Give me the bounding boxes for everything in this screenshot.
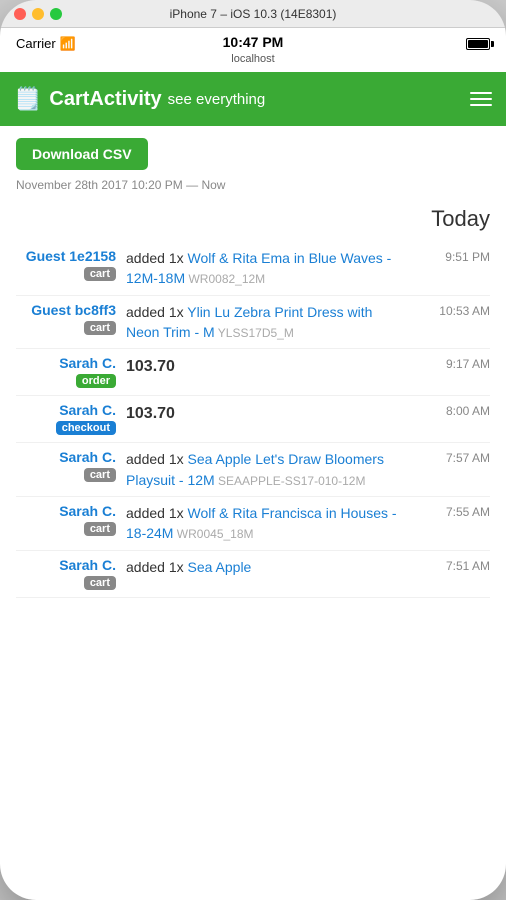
battery-icon — [466, 38, 490, 50]
section-today-header: Today — [16, 206, 490, 232]
app-logo-icon: 🗒️ — [14, 86, 41, 112]
download-csv-button[interactable]: Download CSV — [16, 138, 148, 170]
battery-area — [466, 38, 490, 50]
product-sku: SEAAPPLE-SS17-010-12M — [215, 474, 366, 488]
app-title: CartActivity — [49, 88, 161, 111]
date-range-label: November 28th 2017 10:20 PM — Now — [16, 178, 490, 192]
nav-bar: 🗒️ CartActivity see everything — [0, 72, 506, 126]
activity-item: Sarah C. cart added 1x Sea Apple Let's Dra… — [16, 443, 490, 497]
product-sku: WR0082_12M — [185, 272, 265, 286]
actor-name[interactable]: Sarah C. — [16, 402, 116, 418]
title-bar: iPhone 7 – iOS 10.3 (14E8301) — [0, 0, 506, 28]
actor-name[interactable]: Sarah C. — [16, 557, 116, 573]
activity-time: 9:51 PM — [418, 248, 490, 264]
activity-item: Sarah C. checkout 103.70 8:00 AM — [16, 396, 490, 443]
activity-time: 8:00 AM — [418, 402, 490, 418]
order-amount: 103.70 — [126, 358, 175, 375]
fullscreen-dot[interactable] — [50, 8, 62, 20]
activity-badge-checkout: checkout — [56, 421, 116, 435]
activity-badge-order: order — [76, 374, 116, 388]
actor-column: Guest bc8ff3 cart — [16, 302, 116, 336]
device-frame: iPhone 7 – iOS 10.3 (14E8301) Carrier 📶 … — [0, 0, 506, 900]
actor-name[interactable]: Guest bc8ff3 — [16, 302, 116, 318]
product-sku: YLSS17D5_M — [215, 326, 294, 340]
actor-column: Guest 1e2158 cart — [16, 248, 116, 282]
actor-column: Sarah C. order — [16, 355, 116, 389]
actor-name[interactable]: Sarah C. — [16, 449, 116, 465]
actor-name[interactable]: Sarah C. — [16, 355, 116, 371]
action-text: added 1x — [126, 304, 187, 320]
wifi-icon: 📶 — [60, 36, 76, 52]
action-text: added 1x — [126, 250, 188, 266]
hamburger-bar-3 — [470, 104, 492, 106]
carrier-info: Carrier 📶 — [16, 36, 76, 52]
carrier-label: Carrier — [16, 36, 56, 51]
window-title: iPhone 7 – iOS 10.3 (14E8301) — [170, 7, 337, 21]
activity-badge-cart: cart — [84, 576, 116, 590]
location-label: localhost — [231, 53, 274, 65]
main-content: Download CSV November 28th 2017 10:20 PM… — [0, 126, 506, 900]
action-text: added 1x — [126, 505, 188, 521]
close-dot[interactable] — [14, 8, 26, 20]
minimize-dot[interactable] — [32, 8, 44, 20]
activity-time: 7:57 AM — [418, 449, 490, 465]
activity-item: Guest 1e2158 cart added 1x Wolf & Rita Ema… — [16, 242, 490, 296]
activity-badge-cart: cart — [84, 468, 116, 482]
product-sku: WR0045_18M — [173, 527, 253, 541]
activity-time: 10:53 AM — [418, 302, 490, 318]
actor-column: Sarah C. cart — [16, 449, 116, 483]
actor-column: Sarah C. cart — [16, 557, 116, 591]
activity-description: added 1x Wolf & Rita Ema in Blue Waves -… — [126, 248, 408, 289]
activity-item: Sarah C. order 103.70 9:17 AM — [16, 349, 490, 396]
status-time: 10:47 PM — [223, 34, 284, 50]
activity-time: 7:55 AM — [418, 503, 490, 519]
order-amount: 103.70 — [126, 405, 175, 422]
activity-description: added 1x Sea Apple — [126, 557, 408, 577]
activity-description: added 1x Wolf & Rita Francisca in Houses… — [126, 503, 408, 544]
action-text: added 1x — [126, 451, 188, 467]
app-subtitle: see everything — [168, 91, 266, 108]
actor-name[interactable]: Sarah C. — [16, 503, 116, 519]
activity-item: Sarah C. cart added 1x Wolf & Rita Francis… — [16, 497, 490, 551]
battery-fill — [468, 40, 488, 48]
activity-item: Sarah C. cart added 1x Sea Apple 7:51 AM — [16, 551, 490, 598]
activity-description: added 1x Sea Apple Let's Draw Bloomers P… — [126, 449, 408, 490]
actor-name[interactable]: Guest 1e2158 — [16, 248, 116, 264]
activity-description: 103.70 — [126, 402, 408, 425]
activity-badge-cart: cart — [84, 321, 116, 335]
activity-badge-cart: cart — [84, 267, 116, 281]
hamburger-bar-1 — [470, 92, 492, 94]
actor-column: Sarah C. checkout — [16, 402, 116, 436]
activity-time: 7:51 AM — [418, 557, 490, 573]
activity-description: added 1x Ylin Lu Zebra Print Dress with … — [126, 302, 408, 343]
product-link[interactable]: Sea Apple — [188, 559, 252, 575]
activity-description: 103.70 — [126, 355, 408, 378]
activity-badge-cart: cart — [84, 522, 116, 536]
window-controls — [14, 8, 62, 20]
activity-time: 9:17 AM — [418, 355, 490, 371]
hamburger-bar-2 — [470, 98, 492, 100]
activity-item: Guest bc8ff3 cart added 1x Ylin Lu Zebra P… — [16, 296, 490, 350]
status-bar: Carrier 📶 10:47 PM localhost — [0, 28, 506, 72]
actor-column: Sarah C. cart — [16, 503, 116, 537]
action-text: added 1x — [126, 559, 188, 575]
hamburger-menu-button[interactable] — [470, 92, 492, 106]
activity-list: Guest 1e2158 cart added 1x Wolf & Rita Ema… — [16, 242, 490, 598]
status-bar-top: Carrier 📶 10:47 PM — [16, 36, 490, 52]
